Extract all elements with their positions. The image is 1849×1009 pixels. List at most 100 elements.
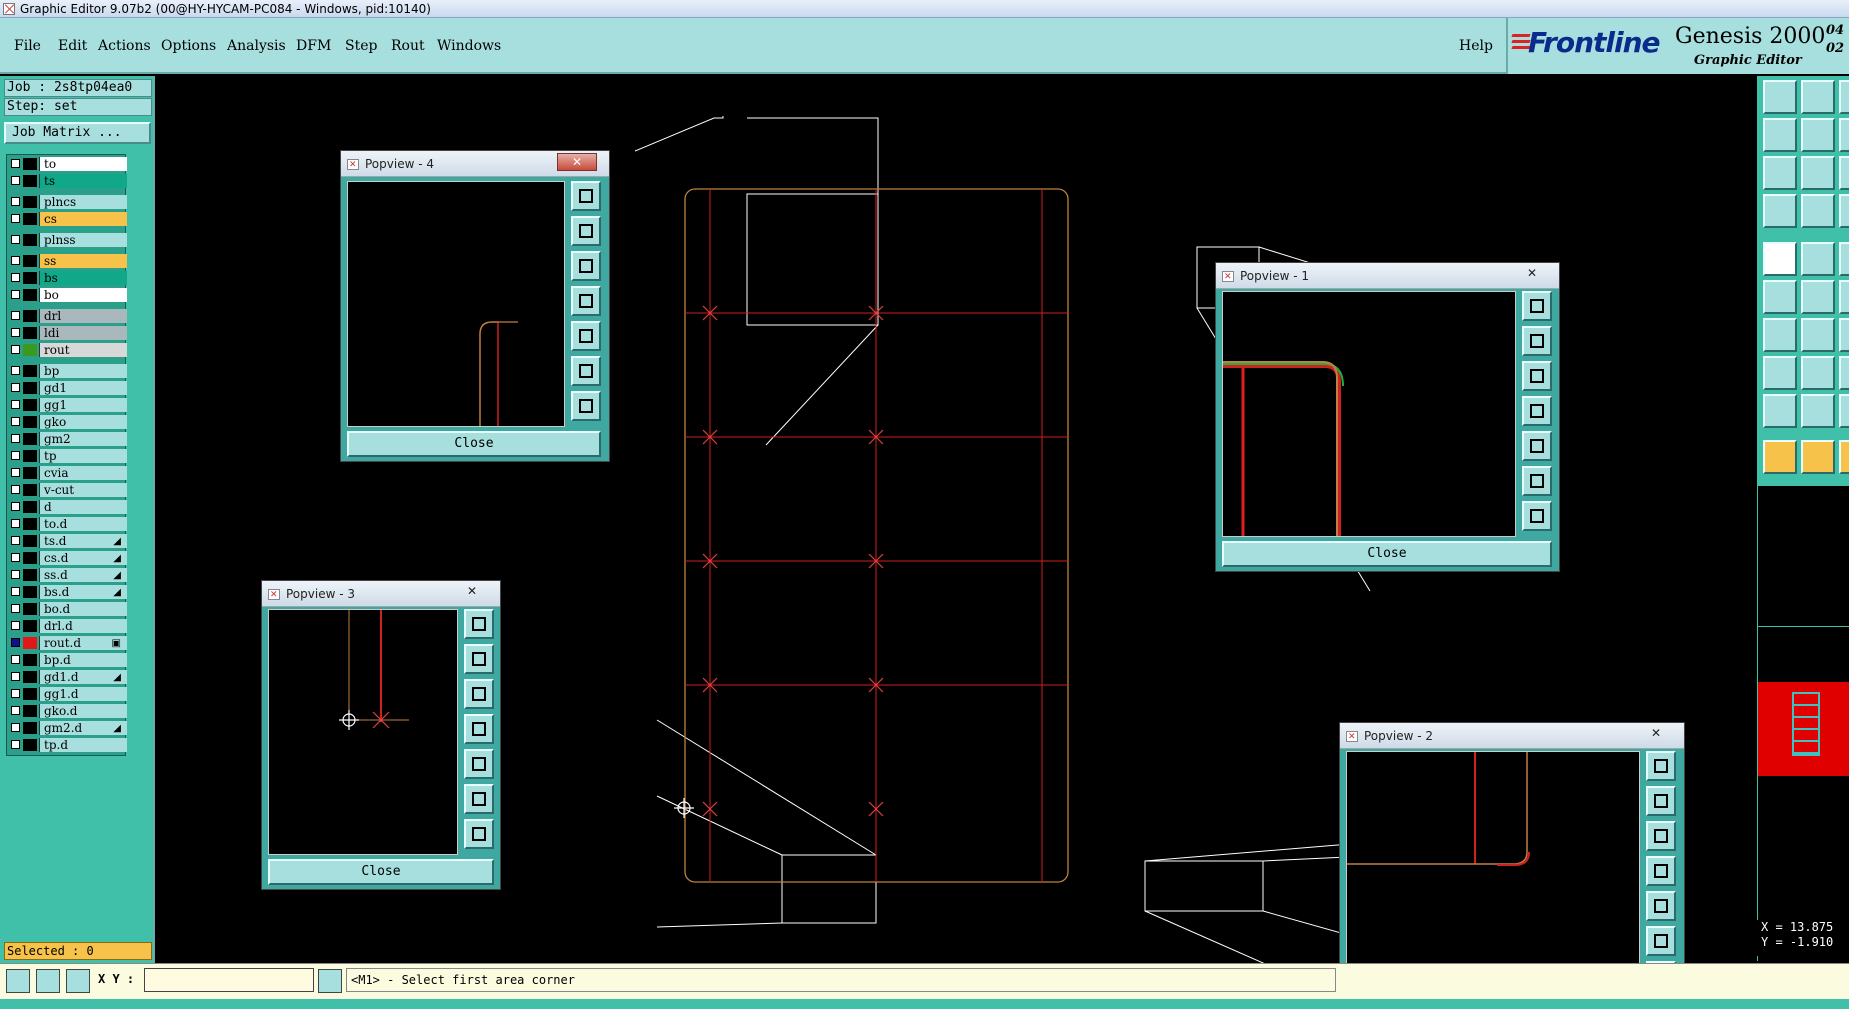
- popview-left-icon[interactable]: [1522, 396, 1552, 426]
- layer-row[interactable]: v-cut: [7, 483, 127, 497]
- layer-label[interactable]: ss: [39, 254, 127, 268]
- layer-row[interactable]: gd1.d ◢: [7, 670, 127, 684]
- layer-checkbox[interactable]: [11, 159, 20, 168]
- arc-icon[interactable]: [1839, 280, 1849, 314]
- xy-input[interactable]: [144, 968, 314, 992]
- select-mode-icon[interactable]: [6, 969, 30, 993]
- layer-color-swatch[interactable]: [23, 433, 37, 445]
- popview-up-icon[interactable]: [1646, 786, 1676, 816]
- layer-row[interactable]: gko: [7, 415, 127, 429]
- layer-checkbox[interactable]: [11, 570, 20, 579]
- popview-home-icon[interactable]: [464, 819, 494, 849]
- layer-checkbox[interactable]: [11, 502, 20, 511]
- layer-checkbox[interactable]: [11, 417, 20, 426]
- layer-color-swatch[interactable]: [23, 327, 37, 339]
- layer-row[interactable]: gm2.d ◢: [7, 721, 127, 735]
- layer-color-swatch[interactable]: [23, 637, 37, 649]
- triangle-b-icon[interactable]: [1839, 394, 1849, 428]
- layer-color-swatch[interactable]: [23, 688, 37, 700]
- popview-home-icon[interactable]: [571, 391, 601, 421]
- layer-checkbox[interactable]: [11, 689, 20, 698]
- popview-zoom-icon[interactable]: [571, 181, 601, 211]
- pan-down-icon[interactable]: [1801, 80, 1835, 114]
- layer-label[interactable]: plnss: [39, 233, 127, 247]
- layer-label[interactable]: drl: [39, 309, 127, 323]
- layer-row[interactable]: gko.d: [7, 704, 127, 718]
- layer-checkbox[interactable]: [11, 311, 20, 320]
- layer-label[interactable]: bo: [39, 288, 127, 302]
- layer-label[interactable]: to.d: [39, 517, 127, 531]
- popview-right-icon[interactable]: [464, 749, 494, 779]
- layer-checkbox[interactable]: [11, 723, 20, 732]
- popview-4-close-button[interactable]: Close: [347, 431, 601, 457]
- layer-color-swatch[interactable]: [23, 310, 37, 322]
- menu-options[interactable]: Options: [161, 38, 216, 54]
- layer-label[interactable]: gko.d: [39, 704, 127, 718]
- layer-label[interactable]: gg1.d: [39, 687, 127, 701]
- zoom-icon[interactable]: [1839, 80, 1849, 114]
- popview-left-icon[interactable]: [1646, 856, 1676, 886]
- popview-down-icon[interactable]: [464, 679, 494, 709]
- popview-zoom-icon[interactable]: [1646, 751, 1676, 781]
- layer-color-swatch[interactable]: [23, 603, 37, 615]
- layer-color-swatch[interactable]: [23, 535, 37, 547]
- layer-row[interactable]: gd1: [7, 381, 127, 395]
- layer-row[interactable]: bp.d: [7, 653, 127, 667]
- layer-row[interactable]: ts.d ◢: [7, 534, 127, 548]
- layer-color-swatch[interactable]: [23, 501, 37, 513]
- layer-color-swatch[interactable]: [23, 450, 37, 462]
- layer-label[interactable]: plncs: [39, 195, 127, 209]
- triangle-a-icon[interactable]: [1801, 394, 1835, 428]
- layer-checkbox[interactable]: [11, 235, 20, 244]
- layer-label[interactable]: gko: [39, 415, 127, 429]
- layer-label[interactable]: gd1: [39, 381, 127, 395]
- layer-checkbox[interactable]: [11, 536, 20, 545]
- popview-up-icon[interactable]: [1522, 326, 1552, 356]
- layer-color-swatch[interactable]: [23, 416, 37, 428]
- pan-left-icon[interactable]: [1763, 118, 1797, 152]
- layer-row[interactable]: gg1: [7, 398, 127, 412]
- layer-label[interactable]: d: [39, 500, 127, 514]
- popview-left-icon[interactable]: [571, 286, 601, 316]
- layer-checkbox[interactable]: [11, 672, 20, 681]
- info-icon[interactable]: [318, 969, 342, 993]
- layer-checkbox[interactable]: [11, 706, 20, 715]
- layer-color-swatch[interactable]: [23, 620, 37, 632]
- popview-right-icon[interactable]: [1646, 891, 1676, 921]
- layer-color-swatch[interactable]: [23, 739, 37, 751]
- popview-home-icon[interactable]: [1522, 501, 1552, 531]
- menu-dfm[interactable]: DFM: [296, 38, 331, 54]
- layer-row[interactable]: ss.d ◢: [7, 568, 127, 582]
- layer-row[interactable]: rout.d ▣: [7, 636, 127, 650]
- cut-icon[interactable]: [1801, 280, 1835, 314]
- highlight-icon[interactable]: [1839, 194, 1849, 228]
- popview-right-icon[interactable]: [1522, 431, 1552, 461]
- layer-color-swatch[interactable]: [23, 196, 37, 208]
- layer-checkbox[interactable]: [11, 451, 20, 460]
- layer-label[interactable]: v-cut: [39, 483, 127, 497]
- layer-label[interactable]: ts: [39, 174, 127, 188]
- close-icon[interactable]: ✕: [1636, 725, 1676, 743]
- layer-checkbox[interactable]: [11, 256, 20, 265]
- layer-checkbox[interactable]: [11, 400, 20, 409]
- layer-checkbox[interactable]: [11, 366, 20, 375]
- menu-analysis[interactable]: Analysis: [227, 38, 286, 54]
- snap-mode-icon[interactable]: [36, 969, 60, 993]
- layer-row[interactable]: tp.d: [7, 738, 127, 752]
- layer-color-swatch[interactable]: [23, 586, 37, 598]
- layer-checkbox[interactable]: [11, 197, 20, 206]
- pan-up-icon[interactable]: [1763, 80, 1797, 114]
- menu-step[interactable]: Step: [345, 38, 377, 54]
- select-pointer-icon[interactable]: [1763, 440, 1797, 474]
- menu-windows[interactable]: Windows: [437, 38, 501, 54]
- menu-rout[interactable]: Rout: [391, 38, 425, 54]
- layer-color-swatch[interactable]: [23, 399, 37, 411]
- popview-2-canvas[interactable]: [1346, 751, 1640, 997]
- layer-label[interactable]: bs: [39, 271, 127, 285]
- layer-row[interactable]: cs: [7, 212, 127, 226]
- popview-1-canvas[interactable]: [1222, 291, 1516, 537]
- layer-color-swatch[interactable]: [23, 158, 37, 170]
- layer-checkbox[interactable]: [11, 290, 20, 299]
- layer-row[interactable]: bo.d: [7, 602, 127, 616]
- layer-color-swatch[interactable]: [23, 569, 37, 581]
